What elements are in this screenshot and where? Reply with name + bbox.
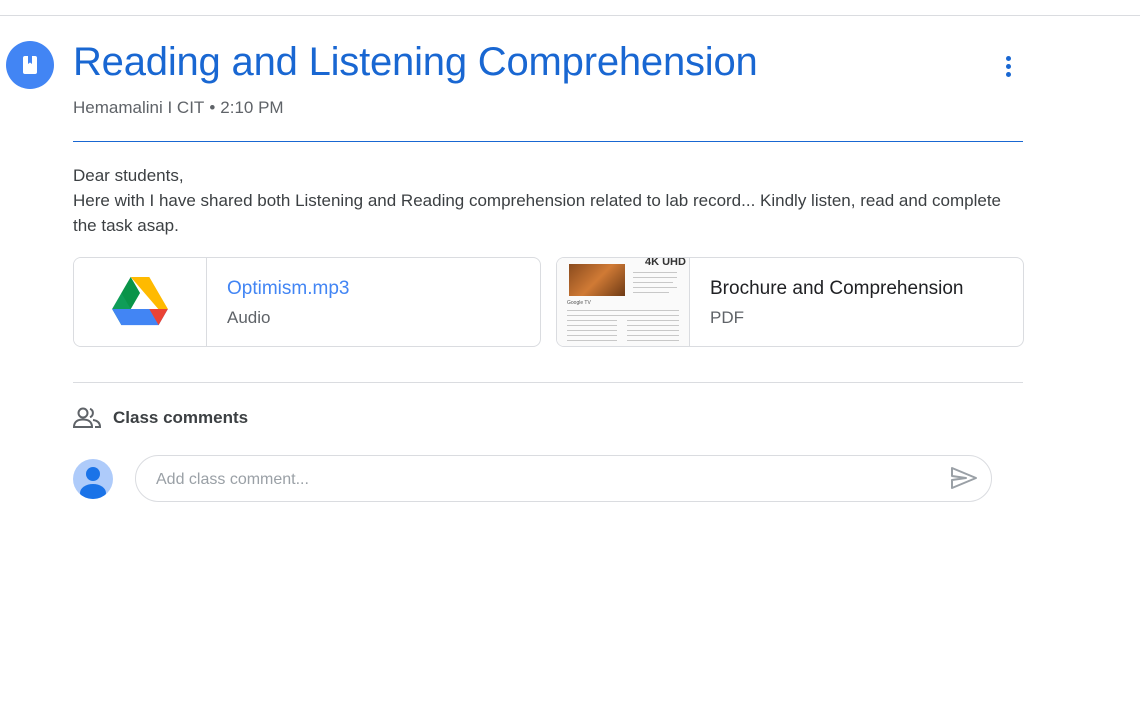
thumbnail-heading: 4K UHD [645,258,686,268]
attachment-type: PDF [710,308,744,327]
header-divider [73,141,1023,142]
page-title: Reading and Listening Comprehension [73,40,758,84]
thumbnail-image [569,264,625,296]
body-greeting: Dear students, [73,166,184,185]
more-options-button[interactable] [992,50,1024,82]
send-icon[interactable] [950,466,978,490]
comment-input[interactable] [154,456,938,503]
body-message: Here with I have shared both Listening a… [73,191,1002,235]
class-comments-header: Class comments [73,406,248,430]
class-comments-label: Class comments [113,408,249,427]
google-drive-icon [74,258,207,346]
people-icon [73,407,101,428]
comment-field-container [135,455,992,503]
comments-divider [73,382,1023,383]
more-vert-dot [1005,71,1011,77]
post-meta: Hemamalini I CIT • 2:10 PM [73,98,284,118]
assignment-bookmark-icon [6,41,54,89]
author-name: Hemamalini I CIT [73,98,205,117]
more-vert-icon [1005,55,1011,61]
post-body: Dear students, Here with I have shared b… [73,163,1013,238]
attachment-pdf[interactable]: 4K UHD Google TV Brochure and Comprehens… [556,257,1024,347]
avatar-icon [73,459,113,499]
attachment-name[interactable]: Brochure and Comprehension [710,278,985,300]
attachment-audio[interactable]: Optimism.mp3 Audio [73,257,541,347]
thumbnail-caption: Google TV [567,300,591,306]
top-divider [0,15,1140,16]
attachment-name[interactable]: Optimism.mp3 [227,278,349,300]
attachment-type: Audio [227,308,271,327]
pdf-thumbnail: 4K UHD Google TV [557,258,690,346]
more-vert-dot [1005,63,1011,69]
post-time: 2:10 PM [220,98,284,117]
meta-separator: • [209,98,216,117]
